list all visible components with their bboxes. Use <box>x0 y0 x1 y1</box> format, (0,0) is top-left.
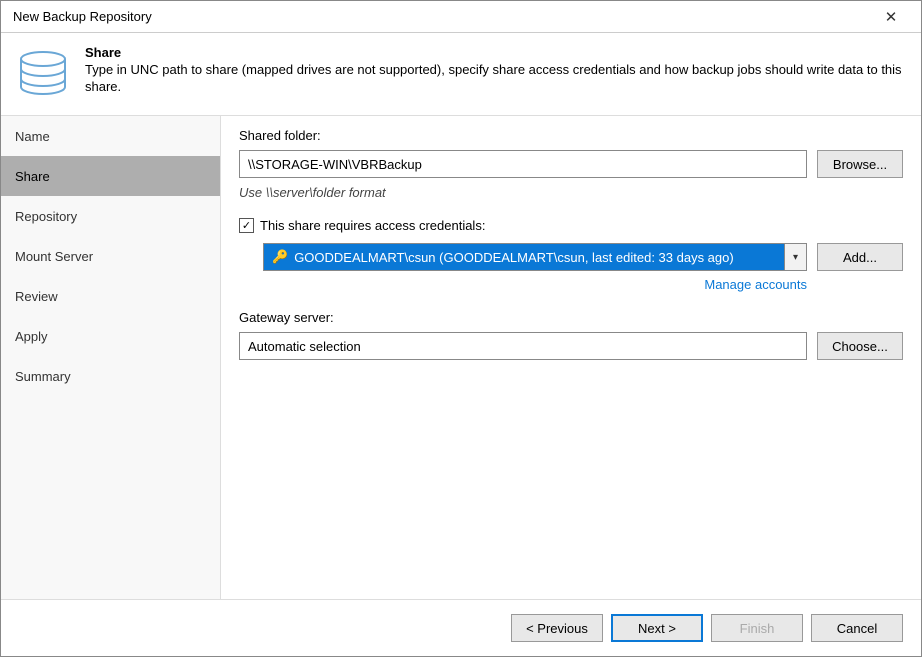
gateway-server-field: Automatic selection <box>239 332 807 360</box>
titlebar: New Backup Repository ✕ <box>1 1 921 33</box>
check-icon: ✓ <box>242 219 251 232</box>
main-panel: Shared folder: Browse... Use \\server\fo… <box>221 116 921 599</box>
window-title: New Backup Repository <box>13 9 152 24</box>
finish-button: Finish <box>711 614 803 642</box>
credentials-selected-text: GOODDEALMART\csun (GOODDEALMART\csun, la… <box>294 250 734 265</box>
sidebar-item-label: Repository <box>15 209 77 224</box>
sidebar-item-label: Mount Server <box>15 249 93 264</box>
manage-accounts-link[interactable]: Manage accounts <box>263 277 903 292</box>
shared-folder-label: Shared folder: <box>239 128 903 143</box>
sidebar-item-review[interactable]: Review <box>1 276 220 316</box>
sidebar-item-label: Review <box>15 289 58 304</box>
credentials-selected: 🔑 GOODDEALMART\csun (GOODDEALMART\csun, … <box>264 244 784 270</box>
credentials-checkbox[interactable]: ✓ <box>239 218 254 233</box>
sidebar-item-share[interactable]: Share <box>1 156 220 196</box>
previous-button[interactable]: < Previous <box>511 614 603 642</box>
format-hint: Use \\server\folder format <box>239 185 903 200</box>
choose-gateway-button[interactable]: Choose... <box>817 332 903 360</box>
gateway-server-value: Automatic selection <box>248 339 361 354</box>
storage-icon <box>15 45 71 101</box>
sidebar-item-summary[interactable]: Summary <box>1 356 220 396</box>
cancel-button[interactable]: Cancel <box>811 614 903 642</box>
sidebar-item-label: Summary <box>15 369 71 384</box>
sidebar-item-apply[interactable]: Apply <box>1 316 220 356</box>
sidebar-item-repository[interactable]: Repository <box>1 196 220 236</box>
dialog-window: New Backup Repository ✕ Share Type in UN… <box>0 0 922 657</box>
sidebar-item-mount-server[interactable]: Mount Server <box>1 236 220 276</box>
key-icon: 🔑 <box>272 249 288 265</box>
chevron-down-icon: ▾ <box>793 252 798 263</box>
header-text: Share Type in UNC path to share (mapped … <box>85 45 907 101</box>
wizard-footer: < Previous Next > Finish Cancel <box>1 599 921 656</box>
dropdown-toggle[interactable]: ▾ <box>784 244 806 270</box>
sidebar-item-label: Apply <box>15 329 48 344</box>
wizard-header: Share Type in UNC path to share (mapped … <box>1 33 921 116</box>
next-button[interactable]: Next > <box>611 614 703 642</box>
sidebar-item-label: Share <box>15 169 50 184</box>
page-description: Type in UNC path to share (mapped drives… <box>85 62 907 96</box>
close-button[interactable]: ✕ <box>871 3 911 31</box>
credentials-checkbox-label: This share requires access credentials: <box>260 218 485 233</box>
credentials-dropdown[interactable]: 🔑 GOODDEALMART\csun (GOODDEALMART\csun, … <box>263 243 807 271</box>
wizard-steps: Name Share Repository Mount Server Revie… <box>1 116 221 599</box>
sidebar-item-name[interactable]: Name <box>1 116 220 156</box>
sidebar-item-label: Name <box>15 129 50 144</box>
gateway-label: Gateway server: <box>239 310 903 325</box>
add-credentials-button[interactable]: Add... <box>817 243 903 271</box>
shared-folder-input[interactable] <box>239 150 807 178</box>
page-title: Share <box>85 45 907 60</box>
wizard-body: Name Share Repository Mount Server Revie… <box>1 116 921 599</box>
close-icon: ✕ <box>885 8 898 26</box>
browse-button[interactable]: Browse... <box>817 150 903 178</box>
